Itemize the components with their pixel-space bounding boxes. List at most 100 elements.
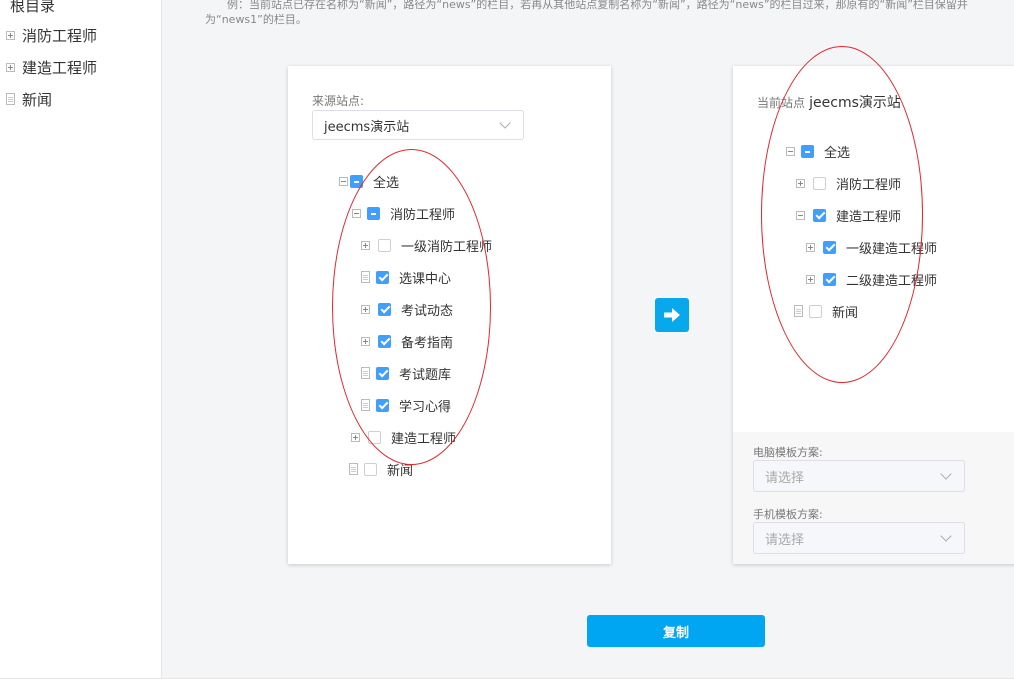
expand-icon[interactable]	[796, 178, 805, 188]
checkbox[interactable]	[823, 240, 836, 254]
sidebar: 根目录 消防工程师 建造工程师 新闻	[0, 0, 162, 678]
bottom-border	[0, 678, 1014, 679]
collapse-icon[interactable]	[786, 146, 795, 156]
tree-node[interactable]: 二级建造工程师	[806, 269, 937, 289]
checkbox[interactable]	[801, 144, 814, 158]
tree-node[interactable]: 备考指南	[361, 331, 453, 351]
tree-node-label: 新闻	[387, 463, 414, 479]
mobile-template-value: 请选择	[765, 532, 805, 548]
checkbox[interactable]	[378, 302, 391, 316]
copy-notice: 例：当前站点已存在名称为“新闻”，路径为“news”的栏目，若再从其他站点复制名…	[205, 0, 1014, 27]
expand-icon[interactable]	[6, 62, 15, 72]
tree-node-label: 二级建造工程师	[846, 273, 938, 289]
tree-node[interactable]: 全选	[339, 171, 399, 191]
tree-node-label: 一级消防工程师	[401, 239, 493, 255]
checkbox[interactable]	[813, 208, 826, 222]
checkbox[interactable]	[350, 174, 363, 188]
tree-node-label: 考试动态	[401, 303, 454, 319]
tree-node[interactable]: 选课中心	[361, 267, 451, 287]
checkbox[interactable]	[364, 462, 377, 476]
checkbox[interactable]	[809, 304, 822, 318]
tree-node[interactable]: 全选	[786, 141, 850, 161]
checkbox[interactable]	[823, 272, 836, 286]
sidebar-item-label: 消防工程师	[22, 26, 98, 45]
sidebar-root[interactable]: 根目录	[10, 0, 55, 16]
tree-node-label: 全选	[373, 175, 400, 191]
tree-node[interactable]: 一级消防工程师	[361, 235, 492, 255]
tree-node-label: 一级建造工程师	[846, 241, 938, 257]
sidebar-item-xinwen[interactable]: 新闻	[6, 88, 52, 110]
source-site-select[interactable]: jeecms演示站	[312, 110, 524, 140]
target-panel: 当前站点 jeecms演示站 全选 消防工程师 建造工程师 一级建造工程师 二级…	[733, 66, 1014, 564]
sidebar-item-label: 新闻	[22, 90, 53, 109]
tree-node[interactable]: 建造工程师	[351, 427, 456, 447]
expand-icon[interactable]	[351, 432, 360, 442]
tree-node-label: 建造工程师	[836, 209, 902, 225]
document-icon	[349, 463, 358, 475]
expand-icon[interactable]	[6, 30, 15, 40]
notice-line-2: 为“news1”的栏目。	[205, 13, 307, 26]
collapse-icon[interactable]	[796, 210, 805, 220]
checkbox[interactable]	[376, 270, 389, 284]
expand-icon[interactable]	[361, 336, 370, 346]
checkbox[interactable]	[378, 334, 391, 348]
tree-node[interactable]: 新闻	[794, 301, 858, 321]
document-icon	[6, 93, 15, 105]
collapse-icon[interactable]	[352, 208, 361, 218]
chevron-down-icon	[499, 117, 511, 129]
expand-icon[interactable]	[361, 304, 370, 314]
tree-node-label: 考试题库	[399, 367, 452, 383]
source-site-label: 来源站点:	[312, 94, 365, 108]
tree-node-label: 建造工程师	[391, 431, 457, 447]
expand-icon[interactable]	[361, 240, 370, 250]
checkbox[interactable]	[813, 176, 826, 190]
notice-line-1: 例：当前站点已存在名称为“新闻”，路径为“news”的栏目，若再从其他站点复制名…	[227, 0, 968, 11]
tree-node[interactable]: 一级建造工程师	[806, 237, 937, 257]
expand-icon[interactable]	[806, 274, 815, 284]
checkbox[interactable]	[376, 366, 389, 380]
mobile-template-label: 手机模板方案:	[753, 508, 823, 521]
transfer-button[interactable]	[655, 298, 689, 332]
tree-node[interactable]: 新闻	[349, 459, 413, 479]
tree-node[interactable]: 考试动态	[361, 299, 453, 319]
tree-node[interactable]: 消防工程师	[796, 173, 901, 193]
tree-node[interactable]: 学习心得	[361, 395, 451, 415]
chevron-down-icon	[940, 468, 952, 480]
tree-node-label: 选课中心	[399, 271, 452, 287]
mobile-template-select[interactable]: 请选择	[753, 522, 965, 554]
sidebar-item-jianzao[interactable]: 建造工程师	[6, 56, 97, 78]
chevron-down-icon	[940, 530, 952, 542]
expand-icon[interactable]	[806, 242, 815, 252]
tree-node-label: 全选	[824, 145, 851, 161]
copy-button[interactable]: 复制	[587, 615, 765, 647]
tree-node-label: 新闻	[832, 305, 859, 321]
tree-node[interactable]: 消防工程师	[352, 203, 455, 223]
tree-node-label: 学习心得	[399, 399, 452, 415]
sidebar-root-label: 根目录	[10, 0, 56, 15]
target-site-label: 当前站点	[757, 96, 806, 110]
document-icon	[361, 399, 370, 411]
sidebar-item-label: 建造工程师	[22, 58, 98, 77]
template-settings: 电脑模板方案: 请选择 手机模板方案: 请选择	[733, 432, 1014, 564]
checkbox[interactable]	[368, 430, 381, 444]
checkbox[interactable]	[367, 206, 380, 220]
pc-template-value: 请选择	[765, 470, 805, 486]
collapse-icon[interactable]	[339, 176, 348, 186]
document-icon	[361, 367, 370, 379]
document-icon	[361, 271, 370, 283]
source-panel: 来源站点: jeecms演示站 全选 消防工程师 一级消防工程师 选课中心 考试…	[288, 66, 611, 564]
target-site-name: jeecms演示站	[809, 95, 901, 111]
tree-node-label: 消防工程师	[836, 177, 902, 193]
tree-node-label: 备考指南	[401, 335, 454, 351]
checkbox[interactable]	[378, 238, 391, 252]
tree-node[interactable]: 建造工程师	[796, 205, 901, 225]
checkbox[interactable]	[376, 398, 389, 412]
pc-template-label: 电脑模板方案:	[753, 446, 823, 459]
tree-node-label: 消防工程师	[390, 207, 456, 223]
pc-template-select[interactable]: 请选择	[753, 460, 965, 492]
document-icon	[794, 305, 803, 317]
tree-node[interactable]: 考试题库	[361, 363, 451, 383]
source-site-value: jeecms演示站	[324, 119, 410, 135]
arrow-right-icon	[664, 308, 680, 322]
sidebar-item-xiaofang[interactable]: 消防工程师	[6, 24, 97, 46]
